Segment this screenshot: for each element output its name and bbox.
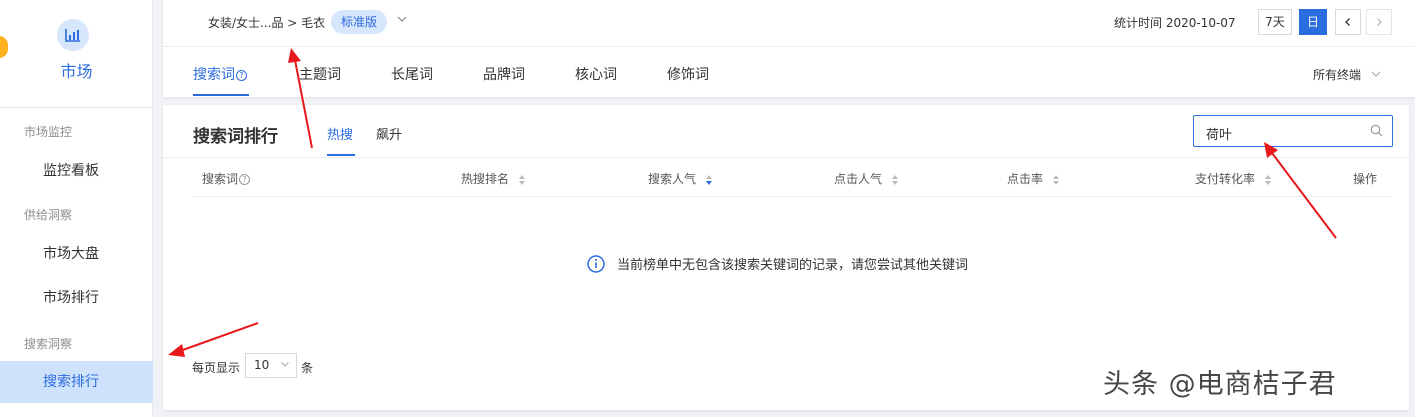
sidebar-item-monitor-board[interactable]: 监控看板: [0, 150, 153, 192]
page-size-select[interactable]: 10: [245, 353, 297, 378]
floating-badge[interactable]: [0, 36, 8, 58]
card-divider: [163, 157, 1409, 158]
empty-message: 当前榜单中无包含该搜索关键词的记录，请您尝试其他关键词: [617, 258, 969, 273]
chevron-left-icon: [1345, 18, 1350, 26]
prev-date-button[interactable]: [1335, 9, 1361, 35]
ranking-title: 搜索词排行: [193, 127, 278, 147]
column-header-hot-rank[interactable]: 热搜排名: [461, 170, 525, 187]
empty-state: 当前榜单中无包含该搜索关键词的记录，请您尝试其他关键词: [587, 254, 968, 273]
sub-tab-rising[interactable]: 飙升: [376, 124, 402, 143]
help-icon[interactable]: ?: [239, 174, 251, 185]
header-card: 女装/女士...品 > 毛衣 标准版 统计时间 2020-10-07 7天 日 …: [163, 0, 1415, 97]
page-size-value: 10: [254, 358, 270, 372]
column-header-click-rate[interactable]: 点击率: [1007, 170, 1059, 187]
range-day-button[interactable]: 日: [1299, 9, 1327, 35]
chevron-down-icon: [280, 358, 290, 372]
active-sub-tab-indicator: [327, 154, 355, 156]
page-size-unit: 条: [301, 361, 314, 375]
column-header-click-popularity[interactable]: 点击人气: [834, 170, 898, 187]
next-date-button[interactable]: [1366, 9, 1392, 35]
sort-desc-icon[interactable]: [705, 174, 712, 185]
terminal-select-value: 所有终端: [1313, 68, 1362, 82]
breadcrumb[interactable]: 女装/女士...品 > 毛衣: [208, 14, 325, 31]
tab-longtail-words[interactable]: 长尾词: [391, 64, 433, 84]
stat-time: 统计时间 2020-10-07: [1114, 16, 1236, 30]
column-label: 支付转化率: [1195, 172, 1256, 186]
search-input-value: 荷叶: [1206, 128, 1233, 143]
tab-search-words[interactable]: 搜索词?: [193, 64, 247, 84]
sort-icon[interactable]: [1052, 174, 1059, 185]
chevron-down-icon[interactable]: [396, 13, 408, 28]
sidebar-item-market-ranking[interactable]: 市场排行: [0, 277, 153, 319]
chevron-right-icon: [1377, 18, 1382, 26]
column-header-conversion-rate[interactable]: 支付转化率: [1195, 170, 1271, 187]
column-header-actions: 操作: [1353, 172, 1378, 186]
column-label: 搜索人气: [648, 172, 697, 186]
tab-modifier-words[interactable]: 修饰词: [667, 64, 709, 84]
range-7d-button[interactable]: 7天: [1258, 9, 1292, 35]
chevron-down-icon: [1371, 71, 1381, 77]
search-icon[interactable]: [1370, 124, 1383, 141]
sidebar-group-search-insight: 搜索洞察: [24, 337, 73, 351]
version-badge[interactable]: 标准版: [331, 10, 388, 34]
page-size-label: 每页显示: [192, 361, 241, 375]
sidebar-item-market-overview[interactable]: 市场大盘: [0, 233, 153, 275]
sub-tab-hot[interactable]: 热搜: [327, 124, 353, 143]
table-header-divider: [192, 196, 1392, 197]
watermark: 头条 @电商桔子君: [1103, 369, 1337, 400]
sort-icon[interactable]: [891, 174, 898, 185]
sidebar-group-supply-insight: 供给洞察: [24, 208, 73, 222]
sidebar: 市场 市场监控 监控看板 供给洞察 市场大盘 市场排行 搜索洞察 搜索排行: [0, 0, 153, 417]
terminal-select[interactable]: 所有终端: [1313, 66, 1382, 83]
tab-core-words[interactable]: 核心词: [575, 64, 617, 84]
info-icon: [587, 254, 605, 273]
column-label: 热搜排名: [461, 172, 510, 186]
column-label: 搜索词: [202, 172, 239, 186]
search-input[interactable]: 荷叶: [1193, 115, 1393, 147]
active-tab-indicator: [193, 94, 249, 96]
sort-icon[interactable]: [518, 174, 525, 185]
sort-icon[interactable]: [1264, 174, 1271, 185]
sidebar-divider: [0, 107, 153, 108]
sidebar-item-search-ranking[interactable]: 搜索排行: [0, 361, 153, 403]
column-label: 点击率: [1007, 172, 1044, 186]
tab-brand-words[interactable]: 品牌词: [483, 64, 525, 84]
column-header-search-word: 搜索词?: [202, 170, 251, 187]
market-chart-icon[interactable]: [57, 19, 89, 51]
column-label: 点击人气: [834, 172, 883, 186]
tab-theme-words[interactable]: 主题词: [299, 64, 341, 84]
sidebar-group-market-monitor: 市场监控: [24, 125, 73, 139]
sidebar-title[interactable]: 市场: [0, 58, 153, 82]
header-divider: [163, 46, 1415, 47]
help-icon[interactable]: ?: [236, 69, 247, 81]
tab-label: 搜索词: [193, 67, 235, 83]
column-header-search-popularity[interactable]: 搜索人气: [648, 170, 712, 187]
